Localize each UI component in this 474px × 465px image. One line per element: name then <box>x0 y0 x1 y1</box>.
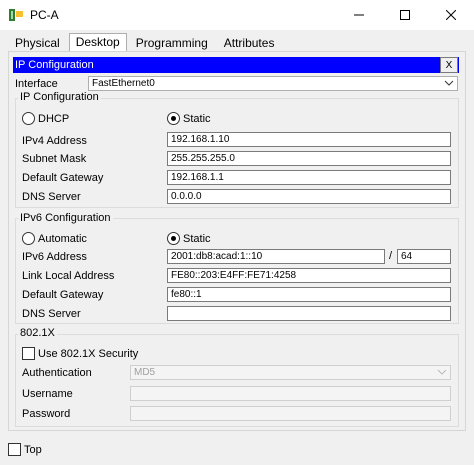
subnet-mask-label: Subnet Mask <box>22 153 87 165</box>
interface-select[interactable]: FastEthernet0 <box>88 76 458 91</box>
dhcp-radio[interactable] <box>22 112 35 125</box>
tab-programming[interactable]: Programming <box>128 35 215 51</box>
ipv6-static-label: Static <box>183 233 211 245</box>
password-label: Password <box>22 408 71 420</box>
ipv6-automatic-label: Automatic <box>38 233 87 245</box>
top-label: Top <box>24 444 42 456</box>
dns-server-input[interactable]: 0.0.0.0 <box>167 189 451 204</box>
chevron-down-icon <box>444 80 454 86</box>
subnet-mask-input[interactable]: 255.255.255.0 <box>167 151 451 166</box>
authentication-select[interactable]: MD5 <box>130 365 451 380</box>
ip-config-title-bar: IP Configuration <box>13 57 459 73</box>
static-label: Static <box>183 113 211 125</box>
dot1x-group-title: 802.1X <box>18 327 57 340</box>
ipv6-gateway-input[interactable]: fe80::1 <box>167 287 451 302</box>
ipv4-address-label: IPv4 Address <box>22 135 87 147</box>
username-input[interactable] <box>130 386 451 401</box>
minimize-button[interactable] <box>336 0 382 30</box>
password-input[interactable] <box>130 406 451 421</box>
authentication-label: Authentication <box>22 367 92 379</box>
interface-label: Interface <box>15 78 58 90</box>
use-dot1x-checkbox[interactable] <box>22 347 35 360</box>
maximize-button[interactable] <box>382 0 428 30</box>
ipv6-automatic-radio[interactable] <box>22 232 35 245</box>
tab-attributes[interactable]: Attributes <box>216 35 282 51</box>
tab-desktop[interactable]: Desktop <box>68 33 127 51</box>
default-gateway-input[interactable]: 192.168.1.1 <box>167 170 451 185</box>
static-radio[interactable] <box>167 112 180 125</box>
window-title: PC-A <box>30 8 59 22</box>
app-icon <box>8 7 24 23</box>
link-local-label: Link Local Address <box>22 270 115 282</box>
ipv6-gateway-label: Default Gateway <box>22 289 104 301</box>
username-label: Username <box>22 388 73 400</box>
dns-server-label: DNS Server <box>22 191 81 203</box>
ipv6-dns-input[interactable] <box>167 306 451 321</box>
prefix-separator: / <box>389 250 393 262</box>
interface-value: FastEthernet0 <box>92 78 155 89</box>
ip-config-close-button[interactable]: X <box>440 57 458 73</box>
dhcp-label: DHCP <box>38 113 70 125</box>
tab-physical[interactable]: Physical <box>8 35 67 51</box>
link-local-input[interactable]: FE80::203:E4FF:FE71:4258 <box>167 268 451 283</box>
title-bar: PC-A <box>0 0 474 30</box>
ipv6-address-label: IPv6 Address <box>22 251 87 263</box>
ipv4-address-input[interactable]: 192.168.1.10 <box>167 132 451 147</box>
ipv4-group-title: IP Configuration <box>18 91 101 104</box>
default-gateway-label: Default Gateway <box>22 172 104 184</box>
tab-bar: Physical Desktop Programming Attributes <box>8 33 283 51</box>
ipv6-group-title: IPv6 Configuration <box>18 212 113 225</box>
close-button[interactable] <box>428 0 474 30</box>
use-dot1x-label: Use 802.1X Security <box>38 348 139 360</box>
ipv6-static-radio[interactable] <box>167 232 180 245</box>
ipv6-prefix-input[interactable]: 64 <box>397 249 451 264</box>
ipv6-dns-label: DNS Server <box>22 308 81 320</box>
chevron-down-icon <box>437 369 447 375</box>
top-checkbox[interactable] <box>8 443 21 456</box>
authentication-value: MD5 <box>134 367 156 378</box>
ipv6-address-input[interactable]: 2001:db8:acad:1::10 <box>167 249 385 264</box>
